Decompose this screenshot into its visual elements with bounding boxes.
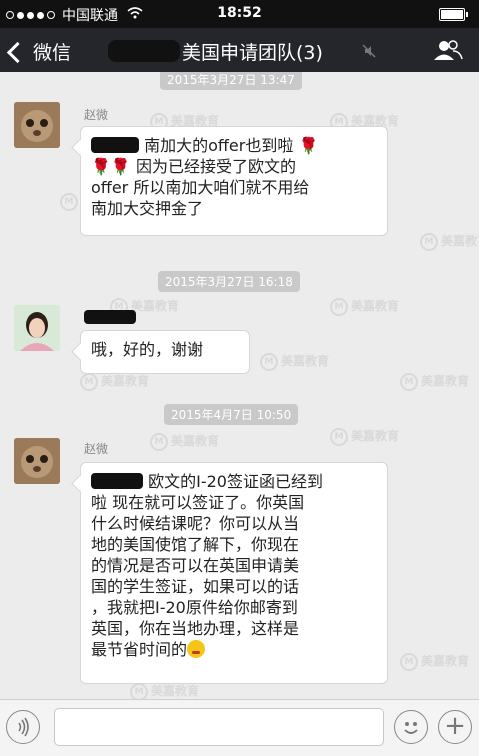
chat-title: 美国申请团队(3) bbox=[182, 42, 323, 64]
watermark: M美嘉教育 bbox=[260, 352, 329, 371]
sender-name: 赵微 bbox=[84, 108, 109, 122]
message-line: ，我就把I-20原件给你邮寄到 bbox=[91, 598, 298, 617]
message-line: 🌹🌹 因为已经接受了欧文的 bbox=[91, 157, 296, 176]
watermark: M美嘉教育 bbox=[150, 432, 219, 451]
battery-icon bbox=[439, 8, 468, 21]
grin-emoji-icon bbox=[187, 640, 206, 658]
status-bar: 中国联通 18:52 bbox=[0, 0, 479, 28]
watermark: M美嘉教育 bbox=[420, 232, 479, 251]
back-label: 微信 bbox=[33, 42, 72, 64]
back-button[interactable]: 微信 bbox=[6, 38, 72, 65]
message-input-bar: + bbox=[0, 699, 479, 756]
rose-icon: 🌹 bbox=[298, 136, 319, 155]
avatar[interactable] bbox=[14, 305, 60, 351]
clock: 18:52 bbox=[217, 5, 262, 21]
message-line: 地的美国使馆了解下，你现在 bbox=[91, 535, 300, 554]
sender-name: 赵微 bbox=[84, 442, 109, 456]
message-list[interactable]: M美嘉教育 M美嘉教育 M美嘉教育 M美嘉教育 M美嘉教育 M美嘉教育 M美嘉教… bbox=[0, 72, 479, 699]
plus-button[interactable]: + bbox=[438, 710, 472, 744]
message-bubble[interactable]: 南加大的offer也到啦 🌹 🌹🌹 因为已经接受了欧文的 offer 所以南加大… bbox=[80, 126, 388, 236]
mute-icon bbox=[362, 44, 376, 58]
chat-nav-bar: 微信 美国申请团队(3) bbox=[0, 28, 479, 72]
rose-icon: 🌹 bbox=[110, 157, 131, 176]
message-input[interactable] bbox=[54, 708, 384, 746]
plus-icon: + bbox=[444, 711, 466, 741]
message-line: 的情况是否可以在英国申请美 bbox=[91, 556, 300, 575]
message-line: 南加大的offer也到啦 🌹 bbox=[91, 135, 377, 156]
group-info-icon[interactable] bbox=[433, 39, 463, 61]
avatar[interactable] bbox=[14, 438, 60, 484]
message-bubble[interactable]: 欧文的I-20签证函已经到 啦 现在就可以签证了。你英国 什么时候结课呢？你可以… bbox=[80, 462, 388, 684]
message-line: 国的学生签证，如果可以的话 bbox=[91, 577, 300, 596]
message-line: 欧文的I-20签证函已经到 bbox=[91, 471, 377, 492]
voice-icon bbox=[18, 717, 29, 737]
redacted-name bbox=[108, 40, 180, 62]
avatar[interactable] bbox=[14, 102, 60, 148]
back-chevron-icon bbox=[6, 41, 29, 63]
watermark: M美嘉教育 bbox=[330, 427, 399, 446]
watermark: M美嘉教育 bbox=[400, 372, 469, 391]
message-timestamp: 2015年4月7日 10:50 bbox=[164, 404, 299, 425]
emoji-button[interactable] bbox=[394, 710, 428, 744]
watermark: M美嘉教育 bbox=[130, 682, 199, 699]
watermark: M美嘉教育 bbox=[400, 652, 469, 671]
message-line: 哦，好的，谢谢 bbox=[91, 340, 204, 359]
emoji-icon bbox=[404, 722, 418, 734]
message-line: 英国，你在当地办理，这样是 bbox=[91, 619, 300, 638]
message-line: 什么时候结课呢？你可以从当 bbox=[91, 514, 300, 533]
voice-button[interactable] bbox=[6, 710, 40, 744]
message-timestamp: 2015年3月27日 16:18 bbox=[158, 271, 300, 292]
message-bubble[interactable]: 哦，好的，谢谢 bbox=[80, 330, 250, 374]
rose-icon: 🌹 bbox=[91, 157, 111, 176]
message-timestamp: 2015年3月27日 13:47 bbox=[160, 72, 302, 90]
watermark: M美嘉教育 bbox=[80, 372, 149, 391]
redacted-name bbox=[91, 473, 143, 489]
message-line: 最节省时间的 bbox=[91, 639, 377, 660]
redacted-name bbox=[91, 137, 139, 153]
message-line: 啦 现在就可以签证了。你英国 bbox=[91, 493, 305, 512]
message-line: offer 所以南加大咱们就不用给 bbox=[91, 178, 310, 197]
message-line: 南加大交押金了 bbox=[91, 199, 204, 218]
watermark: M美嘉教育 bbox=[330, 297, 399, 316]
redacted-sender bbox=[84, 310, 136, 324]
